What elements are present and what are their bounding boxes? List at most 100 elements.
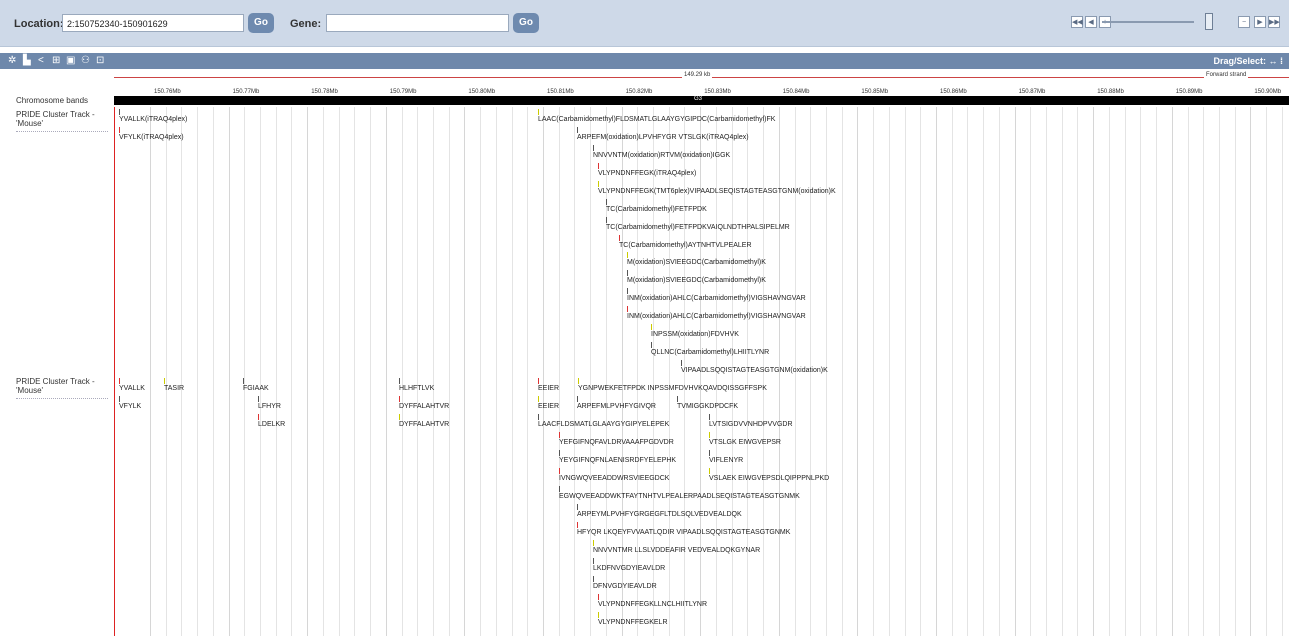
zoom-slider-handle[interactable] (1205, 13, 1213, 30)
feature-label[interactable]: YEFGIFNQFAVLDRVAAAFPGDVDR (559, 439, 674, 446)
grid-line (967, 107, 969, 636)
grid-line (558, 107, 560, 636)
feature-marker (164, 378, 165, 384)
feature-marker (681, 360, 682, 366)
feature-label[interactable]: LFHYR (258, 403, 281, 410)
share-icon[interactable]: < (38, 54, 44, 68)
grid-line (244, 107, 246, 636)
feature-label[interactable]: TC(Carbamidomethyl)FETFPDK (606, 206, 707, 213)
gene-label: Gene: (290, 18, 322, 30)
feature-marker (559, 450, 560, 456)
grid-line (1203, 107, 1205, 636)
zoom-out-icon[interactable]: − (1238, 16, 1250, 28)
feature-label[interactable]: M(oxidation)SVIEEGDC(Carbamidomethyl)K (627, 277, 766, 284)
feature-marker (119, 396, 120, 402)
fast-forward-icon[interactable]: ▶▶ (1268, 16, 1280, 28)
grid-line (1187, 107, 1189, 636)
grid-line (307, 107, 309, 636)
feature-label[interactable]: TC(Carbamidomethyl)AYTNHTVLPEALER (619, 242, 752, 249)
scale-ruler: 149.29 kb Forward strand 150.76Mb 150.77M… (114, 72, 1289, 96)
feature-label[interactable]: HFYQR LKQEYFVVAATLQDIR VIPAADLSQQISTAGTE… (577, 529, 790, 536)
gene-go-button[interactable]: Go (513, 13, 539, 33)
left-boundary-line (114, 107, 115, 636)
feature-label[interactable]: NNVVNTMR LLSLVDDEAFIR VEDVEALDQKGYNAR (593, 547, 760, 554)
feature-marker (598, 181, 599, 187)
feature-label[interactable]: VSLAEK EIWGVEPSDLQIPPPNLPKD (709, 475, 829, 482)
feature-label[interactable]: LVTSIGDVVNHDPVVGDR (709, 421, 793, 428)
track-label-2[interactable]: PRIDE Cluster Track - 'Mouse' (16, 377, 108, 395)
feature-label[interactable]: VTSLGK EIWGVEPSR (709, 439, 781, 446)
feature-label[interactable]: VLYPNDNFFEGK(TMT6plex)VIPAADLSEQISTAGTEA… (598, 188, 836, 195)
feature-label[interactable]: DYFFALAHTVR (399, 421, 449, 428)
reset-icon[interactable]: ⊡ (96, 54, 104, 68)
feature-label[interactable]: ARPEYMLPVHFYGRGEGFLTDLSQLVEDVEALDQK (577, 511, 742, 518)
feature-label[interactable]: DYFFALAHTVR (399, 403, 449, 410)
gene-input[interactable] (326, 14, 509, 32)
feature-label[interactable]: TASIR (164, 385, 184, 392)
feature-label[interactable]: TVMIGGKDPDCFK (677, 403, 738, 410)
tick-label: 150.82Mb (625, 89, 653, 95)
feature-marker (243, 378, 244, 384)
feature-label[interactable]: LDELKR (258, 421, 285, 428)
feature-label[interactable]: FGIAAK (243, 385, 269, 392)
feature-label[interactable]: VFYLK (119, 403, 141, 410)
grid-line (1266, 107, 1268, 636)
grid-line (1171, 107, 1173, 636)
marking-icon[interactable]: ⚇ (81, 54, 90, 68)
feature-marker (577, 522, 578, 528)
feature-marker (577, 127, 578, 133)
forward-icon[interactable]: ▶ (1254, 16, 1266, 28)
feature-label[interactable]: HLHFTLVK (399, 385, 434, 392)
feature-label[interactable]: ARPEFMLPVHFYGIVQR (577, 403, 656, 410)
grid-line (1046, 107, 1048, 636)
feature-label[interactable]: IVNGWQVEEADDWRSVIEEGDCK (559, 475, 669, 482)
export-image-icon[interactable]: ▣ (66, 54, 75, 68)
feature-label[interactable]: ARPEFM(oxidation)LPVHFYGR VTSLGK(iTRAQ4p… (577, 134, 749, 141)
location-input[interactable]: 2:150752340-150901629 (62, 14, 244, 32)
tick-label: 150.77Mb (232, 89, 260, 95)
feature-label[interactable]: VLYPNDNFFEGKELR (598, 619, 668, 626)
feature-label[interactable]: M(oxidation)SVIEEGDC(Carbamidomethyl)K (627, 259, 766, 266)
feature-label[interactable]: INM(oxidation)AHLC(Carbamidomethyl)VIGSH… (627, 295, 806, 302)
feature-label[interactable]: INPSSM(oxidation)FDVHVK (651, 331, 739, 338)
feature-label[interactable]: LAAC(Carbamidomethyl)FLDSMATLGLAAYGYGIPD… (538, 116, 775, 123)
feature-label[interactable]: VLYPNDNFFEGK(iTRAQ4plex) (598, 170, 696, 177)
feature-label[interactable]: DFNVGDYIEAVLDR (593, 583, 657, 590)
zoom-slider-track[interactable] (1102, 21, 1194, 23)
feature-label[interactable]: LKDFNVGDYIEAVLDR (593, 565, 665, 572)
chromosome-band[interactable]: G3 (114, 96, 1289, 105)
feature-label[interactable]: VIFLENYR (709, 457, 743, 464)
image-toolbar: ✲ ▙ < ⊞ ▣ ⚇ ⊡ Drag/Select: ↔ ⁞ (0, 53, 1289, 69)
grid-line (385, 107, 387, 636)
feature-label[interactable]: YVALLK(iTRAQ4plex) (119, 116, 187, 123)
fast-back-icon[interactable]: ◀◀ (1071, 16, 1083, 28)
track-separator (16, 131, 108, 132)
gear-icon[interactable]: ✲ (8, 54, 16, 68)
feature-label[interactable]: VFYLK(iTRAQ4plex) (119, 134, 184, 141)
feature-label[interactable]: INM(oxidation)AHLC(Carbamidomethyl)VIGSH… (627, 313, 806, 320)
track-label-1[interactable]: PRIDE Cluster Track - 'Mouse' (16, 110, 108, 128)
grid-line (1124, 107, 1126, 636)
feature-label[interactable]: TC(Carbamidomethyl)FETFPDKVAIQLNDTHPALSI… (606, 224, 790, 231)
feature-label[interactable]: YGNPWEKFETFPDK INPSSMFDVHVKQAVDQISSGFFSP… (578, 385, 767, 392)
grid-line (1156, 107, 1158, 636)
location-go-button[interactable]: Go (248, 13, 274, 33)
drag-select-toggle[interactable]: Drag/Select: ↔ ⁞ (1213, 54, 1283, 68)
feature-label[interactable]: EGWQVEEADDWKTFAYTNHTVLPEALERPAADLSEQISTA… (559, 493, 800, 500)
resize-icon[interactable]: ⊞ (52, 54, 60, 68)
grid-line (951, 107, 953, 636)
feature-label[interactable]: LAACFLDSMATLGLAAYGYGIPYELEPEK (538, 421, 669, 428)
feature-marker (577, 504, 578, 510)
feature-label[interactable]: YVALLK (119, 385, 145, 392)
feature-label[interactable]: YEYGIFNQFNLAENISRDFYELEPHK (559, 457, 676, 464)
feature-label[interactable]: QLLNC(Carbamidomethyl)LHIITLYNR (651, 349, 769, 356)
feature-label[interactable]: NNVVNTM(oxidation)RTVM(oxidation)IGGK (593, 152, 730, 159)
feature-label[interactable]: EEIER (538, 403, 559, 410)
back-icon[interactable]: ◀ (1085, 16, 1097, 28)
feature-marker (709, 414, 710, 420)
feature-label[interactable]: VIPAADLSQQISTAGTEASGTGNM(oxidation)K (681, 367, 828, 374)
feature-label[interactable]: VLYPNDNFFEGKLLNCLHIITLYNR (598, 601, 707, 608)
config-icon[interactable]: ▙ (23, 54, 31, 68)
feature-marker (538, 396, 539, 402)
feature-label[interactable]: EEIER (538, 385, 559, 392)
